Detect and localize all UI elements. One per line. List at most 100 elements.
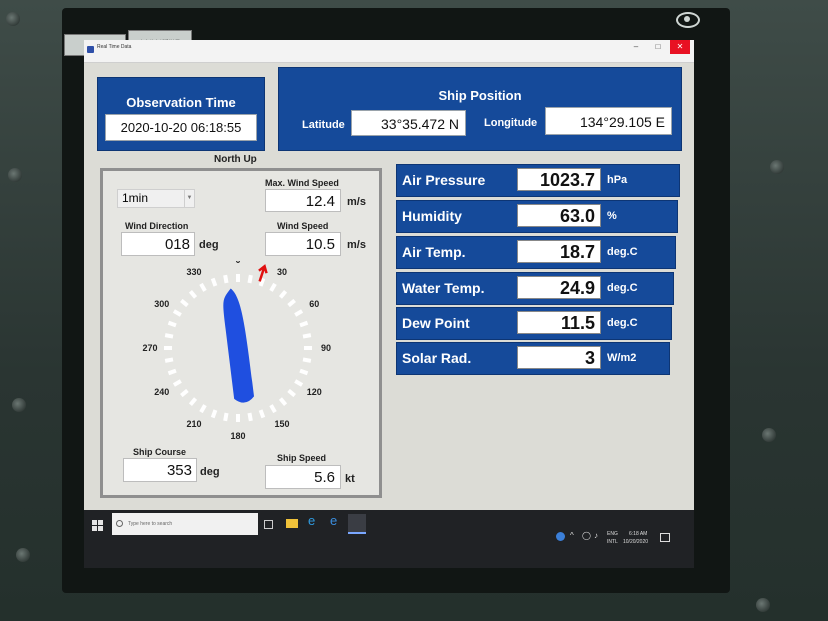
ie-icon[interactable]: e (330, 513, 342, 528)
network-icon[interactable]: ◯ (582, 531, 591, 540)
close-button[interactable]: ✕ (670, 40, 690, 54)
sensor-label: Dew Point (402, 315, 470, 331)
sensor-unit: % (607, 210, 617, 222)
start-button[interactable] (92, 520, 103, 531)
file-explorer-icon[interactable] (286, 519, 298, 528)
max-wind-speed-label: Max. Wind Speed (265, 178, 339, 188)
screw-icon (8, 168, 22, 182)
observation-time-value: 2020-10-20 06:18:55 (105, 114, 257, 141)
screw-icon (16, 548, 30, 562)
compass-label: 120 (307, 387, 322, 397)
compass-tick (180, 388, 189, 398)
sensor-row: Water Temp. 24.9 deg.C (396, 272, 674, 305)
wind-direction-unit: deg (199, 239, 219, 251)
compass-tick (172, 379, 182, 387)
ship-course-unit: deg (200, 466, 220, 478)
screw-icon (12, 398, 26, 412)
compass-tick (247, 274, 253, 284)
sensor-unit: W/m2 (607, 352, 637, 364)
compass-label: 150 (274, 419, 289, 429)
wind-direction-value: 018 (121, 232, 195, 256)
observation-time-title: Observation Time (126, 95, 236, 110)
language-bottom[interactable]: INTL (607, 539, 618, 545)
sensor-label: Solar Rad. (402, 350, 472, 366)
ship-course-value: 353 (123, 458, 197, 482)
edge-icon[interactable]: e (308, 513, 320, 528)
sensor-unit: deg.C (607, 246, 638, 258)
interval-select-value: 1min (122, 191, 149, 205)
sensor-value: 11.5 (517, 311, 601, 334)
compass-dial: 0 30 60 90 120 150 180 210 240 270 300 330 (142, 261, 331, 441)
latitude-value: 33°35.472 N (351, 110, 466, 136)
maximize-button[interactable]: □ (648, 40, 668, 54)
clock-date[interactable]: 10/20/2020 (623, 539, 648, 545)
screw-icon (762, 428, 776, 442)
compass-tick (269, 282, 277, 292)
compass-label: 270 (142, 343, 157, 353)
ship-hull (223, 288, 255, 403)
compass-tick (199, 404, 207, 414)
wind-speed-label: Wind Speed (277, 221, 329, 231)
volume-icon[interactable]: ♪ (594, 531, 598, 540)
taskbar-search-input[interactable]: Type here to search (112, 513, 258, 535)
compass-label: 300 (154, 299, 169, 309)
latitude-label: Latitude (302, 119, 345, 131)
compass-tick (302, 333, 312, 339)
north-up-label: North Up (214, 154, 257, 165)
compass-tick (223, 412, 229, 422)
notification-icon[interactable] (660, 533, 670, 542)
sensor-row: Air Temp. 18.7 deg.C (396, 236, 676, 269)
compass-tick (287, 388, 296, 398)
compass-tick (167, 368, 177, 376)
compass-tick (210, 409, 218, 419)
help-icon[interactable] (556, 532, 565, 541)
sensor-value: 18.7 (517, 240, 601, 263)
compass-tick (180, 298, 189, 308)
search-icon (116, 520, 123, 527)
sensor-unit: hPa (607, 174, 628, 186)
compass-tick (258, 409, 266, 419)
compass-tick (278, 397, 288, 406)
compass-label: 30 (277, 267, 287, 277)
tray-chevron-icon[interactable]: ^ (570, 531, 574, 540)
compass-tick (278, 290, 288, 299)
task-view-icon[interactable] (264, 520, 273, 529)
compass-tick (172, 309, 182, 317)
wind-direction-label: Wind Direction (125, 221, 189, 231)
max-wind-speed-unit: m/s (347, 196, 366, 208)
compass-tick (167, 320, 177, 328)
wind-speed-value: 10.5 (265, 232, 341, 256)
ship-course-label: Ship Course (133, 447, 187, 457)
compass-label: 180 (230, 431, 245, 441)
longitude-label: Longitude (484, 117, 538, 129)
sensor-value: 24.9 (517, 276, 601, 299)
compass-tick (164, 357, 174, 363)
compass-tick (199, 282, 207, 292)
ship-speed-unit: kt (345, 473, 355, 485)
sensor-label: Water Temp. (402, 280, 485, 296)
compass-tick (294, 379, 304, 387)
taskbar: Type here to search e e ^ ◯ ♪ ENG INTL 6… (84, 510, 694, 568)
ship-position-title: Ship Position (438, 88, 522, 103)
wind-panel: 1min ▼ Max. Wind Speed 12.4 m/s Wind Dir… (100, 168, 382, 498)
ship-speed-label: Ship Speed (277, 453, 327, 463)
screw-icon (756, 598, 770, 612)
language-top[interactable]: ENG (607, 531, 618, 537)
minimize-button[interactable]: – (626, 40, 646, 54)
app-taskbar-icon[interactable] (348, 514, 366, 534)
compass-label: 210 (186, 419, 201, 429)
compass-label: 60 (309, 299, 319, 309)
longitude-value: 134°29.105 E (545, 107, 672, 135)
interval-select[interactable]: 1min ▼ (117, 189, 195, 208)
screen: Real Time Data – □ ✕ Observation Time 20… (84, 40, 694, 568)
compass-label: 90 (321, 343, 331, 353)
window-titlebar: Real Time Data – □ ✕ (84, 40, 694, 63)
sensor-value: 63.0 (517, 204, 601, 227)
sensor-unit: deg.C (607, 317, 638, 329)
compass-tick (294, 309, 304, 317)
sensor-value: 1023.7 (517, 168, 601, 191)
window-title: Real Time Data (97, 44, 132, 50)
screw-icon (770, 160, 784, 174)
eye-icon (676, 12, 700, 28)
clock-time[interactable]: 6:18 AM (629, 531, 647, 537)
